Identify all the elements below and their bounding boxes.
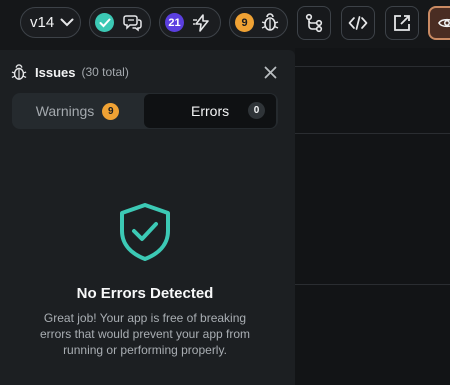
warnings-count-badge: 9	[102, 102, 120, 120]
version-label: v14	[30, 14, 55, 31]
tab-label: Errors	[191, 103, 230, 119]
issues-panel: Issues (30 total) Warnings 9 Errors 0 No…	[0, 50, 295, 385]
branch-button[interactable]	[297, 6, 331, 40]
preview-button[interactable]	[428, 6, 450, 40]
divider	[295, 133, 450, 134]
chat-bubbles-icon	[123, 14, 142, 32]
version-selector[interactable]: v14	[20, 7, 81, 38]
bug-icon	[11, 63, 27, 80]
external-link-icon	[394, 15, 410, 31]
tab-label: Warnings	[35, 103, 95, 119]
branch-icon	[305, 13, 323, 33]
bug-icon	[261, 13, 279, 31]
issues-count-badge: 9	[235, 13, 254, 32]
code-button[interactable]	[341, 6, 375, 40]
divider	[295, 284, 450, 285]
issues-total: (30 total)	[81, 65, 129, 79]
divider	[295, 66, 450, 67]
panel-title: Issues	[35, 64, 76, 80]
code-icon	[348, 16, 368, 30]
eye-icon	[438, 18, 450, 28]
activity-count-badge: 21	[165, 13, 184, 32]
close-icon	[264, 66, 276, 78]
shield-check-icon	[120, 203, 170, 261]
lightning-bolt-icon	[193, 13, 209, 32]
editor-backdrop	[295, 48, 450, 385]
open-external-button[interactable]	[385, 6, 419, 40]
empty-state-title: No Errors Detected	[76, 285, 214, 302]
status-comments-button[interactable]	[89, 7, 151, 38]
tab-warnings[interactable]: Warnings 9	[12, 93, 143, 129]
close-button[interactable]	[261, 63, 279, 81]
errors-count-badge: 0	[248, 102, 265, 119]
check-circle-icon	[95, 13, 114, 32]
chevron-down-icon	[60, 18, 74, 27]
tab-errors[interactable]: Errors 0	[144, 94, 276, 128]
activity-button[interactable]: 21	[159, 7, 221, 38]
issues-tabs: Warnings 9 Errors 0	[12, 93, 278, 129]
issues-button[interactable]: 9	[229, 7, 288, 38]
top-toolbar: v14 21 9	[0, 0, 450, 48]
empty-state-message: Great job! Your app is free of breaking …	[39, 311, 251, 357]
issues-panel-header: Issues (30 total)	[0, 50, 295, 94]
